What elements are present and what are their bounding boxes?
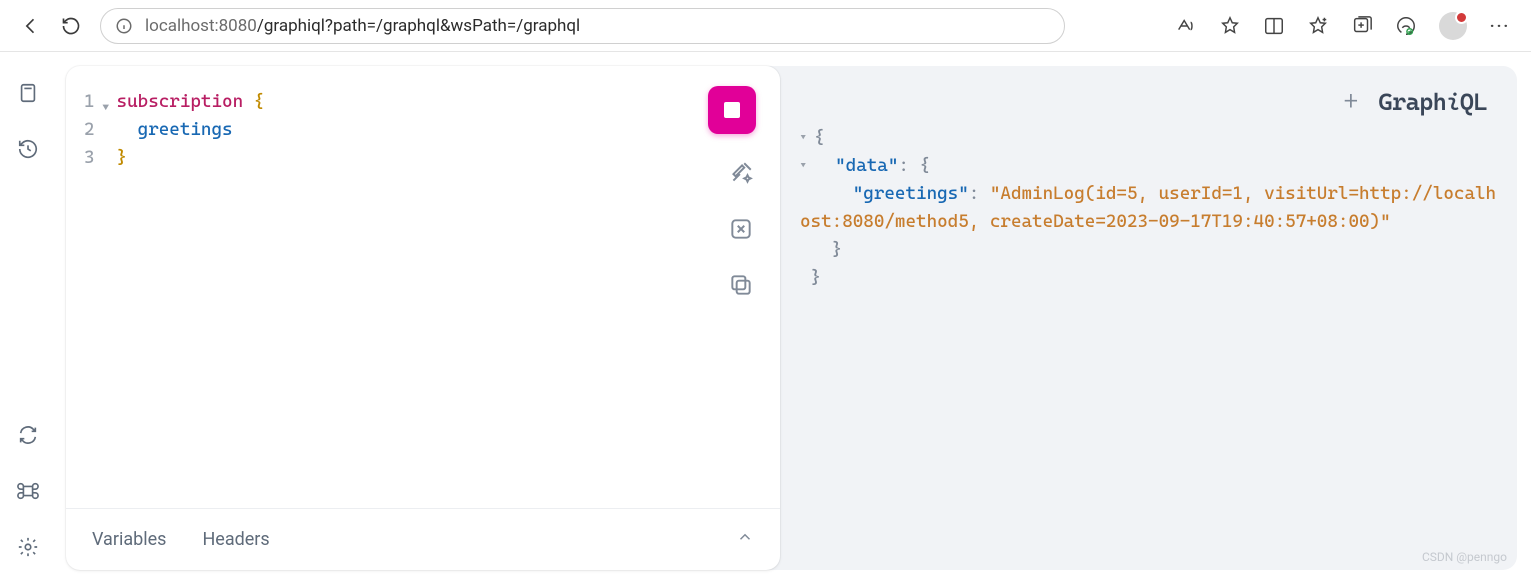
tab-variables[interactable]: Variables — [92, 529, 166, 550]
graphiql-app: 1 2 3 ▼ subscription { greetings } — [0, 52, 1531, 584]
shortcuts-icon[interactable] — [15, 478, 41, 504]
prettify-icon[interactable] — [728, 160, 754, 186]
graphiql-logo: GraphiQL — [1379, 88, 1488, 116]
query-editor-card: 1 2 3 ▼ subscription { greetings } — [66, 66, 780, 570]
back-button[interactable] — [20, 15, 42, 37]
url-text: localhost:8080/graphiql?path=/graphql&ws… — [145, 16, 580, 36]
history-icon[interactable] — [15, 136, 41, 162]
merge-icon[interactable] — [728, 216, 754, 242]
more-menu-icon[interactable]: ··· — [1489, 15, 1511, 37]
stop-icon — [724, 102, 740, 118]
address-bar[interactable]: localhost:8080/graphiql?path=/graphql&ws… — [100, 8, 1065, 44]
performance-icon[interactable] — [1395, 15, 1417, 37]
read-aloud-icon[interactable] — [1175, 15, 1197, 37]
collections-icon[interactable] — [1351, 15, 1373, 37]
response-header: + GraphiQL — [1343, 88, 1487, 116]
watermark: CSDN @penngo — [1422, 550, 1507, 564]
split-screen-icon[interactable] — [1263, 15, 1285, 37]
left-rail — [0, 52, 56, 584]
main-panel: 1 2 3 ▼ subscription { greetings } — [66, 66, 1517, 570]
refetch-icon[interactable] — [15, 422, 41, 448]
docs-icon[interactable] — [15, 80, 41, 106]
execute-button[interactable] — [708, 86, 756, 134]
code-area[interactable]: subscription { greetings } — [117, 88, 762, 498]
fold-gutter: ▼ — [103, 88, 117, 498]
response-panel: + GraphiQL ▾{ ▾ "data": { "greetings": "… — [780, 66, 1517, 570]
browser-right-icons: ··· — [1175, 12, 1511, 40]
footer-toggle-icon[interactable] — [736, 528, 754, 551]
favorites-list-icon[interactable] — [1307, 15, 1329, 37]
site-info-icon[interactable] — [115, 17, 133, 35]
favorite-icon[interactable] — [1219, 15, 1241, 37]
copy-icon[interactable] — [728, 272, 754, 298]
editor-side-tools — [728, 160, 754, 298]
response-body[interactable]: ▾{ ▾ "data": { "greetings": "AdminLog(id… — [800, 124, 1497, 292]
refresh-button[interactable] — [60, 15, 82, 37]
tab-headers[interactable]: Headers — [202, 529, 269, 550]
line-gutter: 1 2 3 — [84, 88, 103, 498]
profile-avatar[interactable] — [1439, 12, 1467, 40]
browser-toolbar: localhost:8080/graphiql?path=/graphql&ws… — [0, 0, 1531, 52]
settings-icon[interactable] — [15, 534, 41, 560]
add-tab-button[interactable]: + — [1343, 88, 1358, 116]
editor-footer: Variables Headers — [66, 508, 780, 570]
query-editor[interactable]: 1 2 3 ▼ subscription { greetings } — [66, 66, 780, 508]
